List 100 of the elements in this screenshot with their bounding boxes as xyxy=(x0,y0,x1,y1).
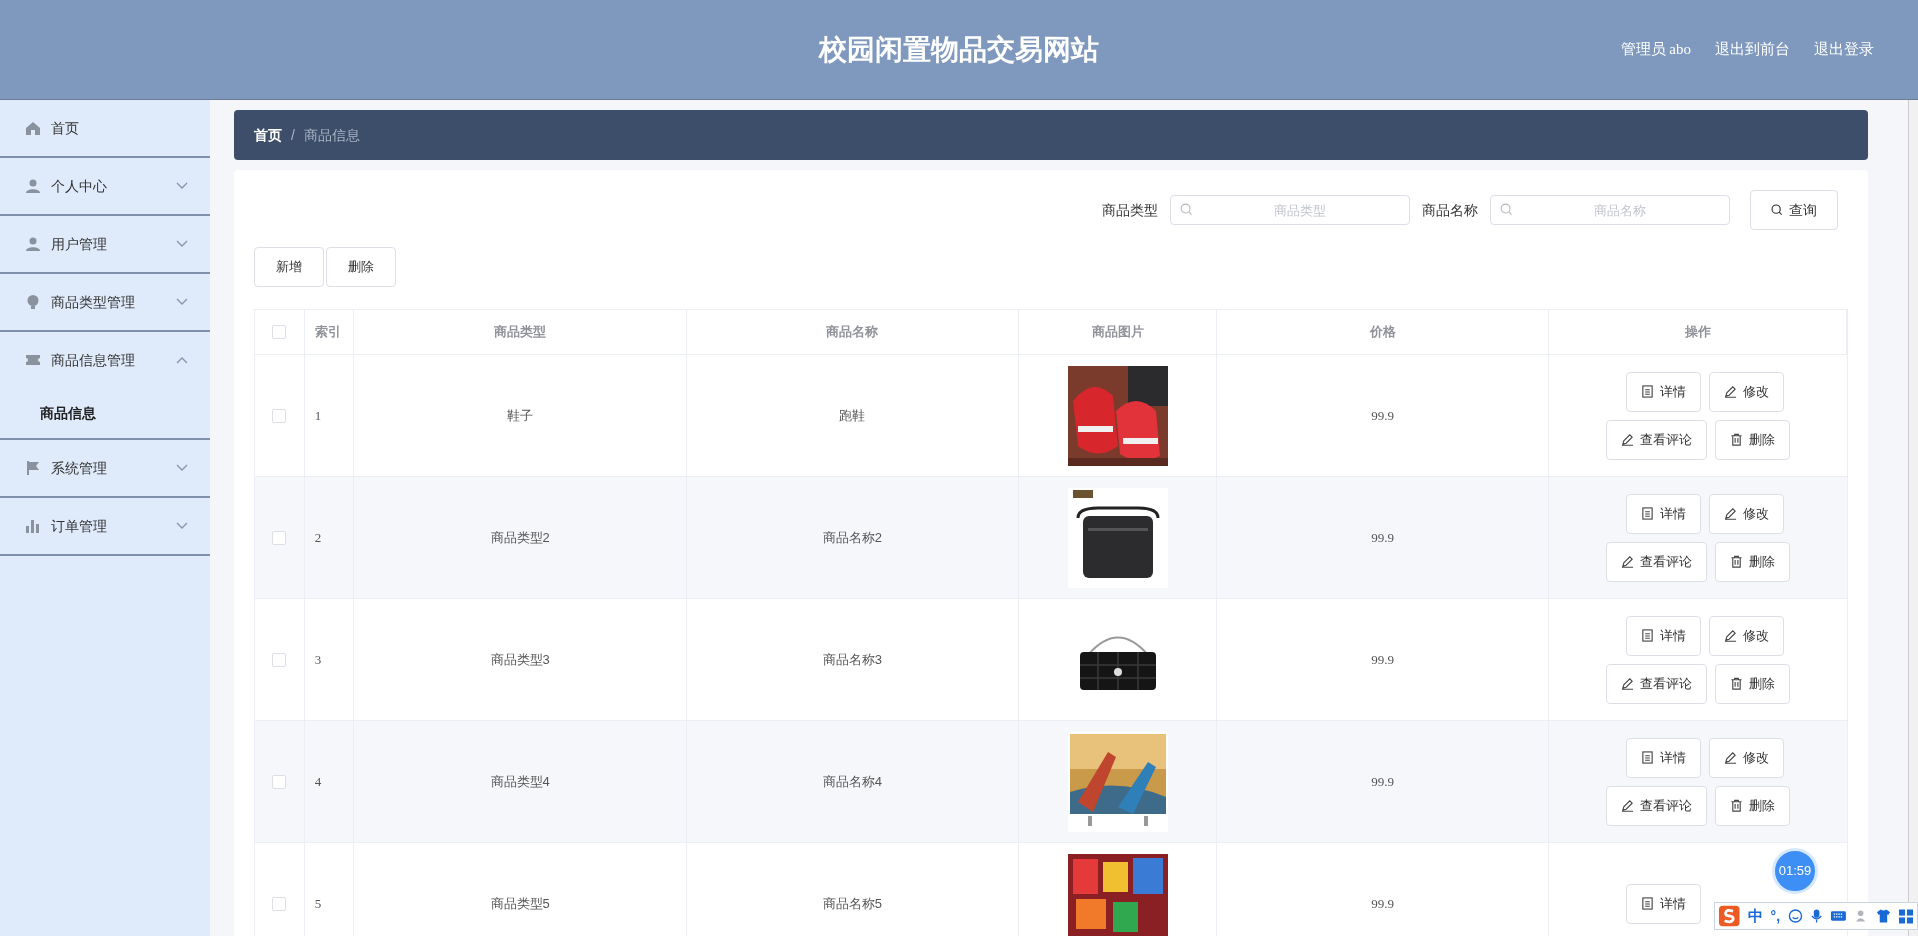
action-button[interactable]: 详情 xyxy=(1626,371,1702,412)
action-button[interactable]: 删除 xyxy=(1715,663,1791,704)
toolbar-button[interactable]: 删除 xyxy=(326,247,396,287)
search-icon xyxy=(1500,203,1513,216)
search-field[interactable]: 商品类型 xyxy=(1170,195,1410,225)
pencil-icon xyxy=(1621,677,1635,690)
breadcrumb-link[interactable]: 商品信息 xyxy=(303,124,360,146)
trash-icon xyxy=(1730,677,1744,690)
sidebar-item[interactable]: 订单管理 xyxy=(0,498,210,554)
column-header: 商品类型 xyxy=(494,323,547,342)
search-icon xyxy=(1180,203,1193,216)
action-button[interactable]: 修改 xyxy=(1709,737,1785,778)
pencil-icon xyxy=(1724,751,1738,764)
breadcrumb-link[interactable]: 首页 xyxy=(254,124,282,146)
table-cell-text: 商品类型2 xyxy=(490,528,550,547)
sidebar-item[interactable]: 商品信息管理 xyxy=(0,332,210,388)
table-cell-text: 2 xyxy=(314,528,322,547)
home-icon xyxy=(25,120,41,136)
checkbox[interactable] xyxy=(272,652,287,667)
smiley-icon[interactable] xyxy=(1788,908,1803,924)
document-icon xyxy=(1641,385,1655,398)
table-cell-text: 鞋子 xyxy=(507,406,534,425)
table-row[interactable]: 1 鞋子 跑鞋 99.9 详情 修改 查看评论 删除 xyxy=(255,355,1847,477)
chevron-down-icon xyxy=(176,464,188,472)
query-button[interactable]: 查询 xyxy=(1750,190,1838,230)
trash-icon xyxy=(1730,799,1744,812)
action-button[interactable]: 查看评论 xyxy=(1606,541,1708,582)
action-button[interactable]: 删除 xyxy=(1715,785,1791,826)
chevron-down-icon xyxy=(176,522,188,530)
table-cell-text: 99.9 xyxy=(1371,528,1395,547)
checkbox[interactable] xyxy=(272,896,287,911)
ticket-icon xyxy=(25,352,41,368)
table-cell-text: 跑鞋 xyxy=(839,406,866,425)
checkbox[interactable] xyxy=(272,530,287,545)
ime-punctuation[interactable]: °, xyxy=(1770,905,1781,927)
action-button[interactable]: 修改 xyxy=(1709,371,1785,412)
action-button[interactable]: 详情 xyxy=(1626,883,1702,924)
ime-mode[interactable]: 中 xyxy=(1747,904,1763,928)
trash-icon xyxy=(1730,555,1744,568)
table-cell-text: 商品名称3 xyxy=(822,650,883,669)
action-button[interactable]: 查看评论 xyxy=(1606,663,1708,704)
table-cell-text: 商品名称4 xyxy=(822,772,883,791)
action-button[interactable]: 修改 xyxy=(1709,615,1785,656)
sidebar-item[interactable]: 个人中心 xyxy=(0,158,210,214)
grid-icon[interactable] xyxy=(1899,908,1913,924)
table-row[interactable]: 4 商品类型4 商品名称4 99.9 详情 修改 查看评论 删除 xyxy=(255,721,1847,843)
column-header: 索引 xyxy=(314,323,341,342)
action-button[interactable]: 详情 xyxy=(1626,737,1702,778)
pencil-icon xyxy=(1621,555,1635,568)
table-cell-text: 3 xyxy=(314,650,322,669)
pencil-icon xyxy=(1724,629,1738,642)
toolbar-button[interactable]: 新增 xyxy=(254,247,324,287)
sidebar-item[interactable]: 商品类型管理 xyxy=(0,274,210,330)
sidebar-item[interactable]: 用户管理 xyxy=(0,216,210,272)
search-field[interactable]: 商品名称 xyxy=(1490,195,1730,225)
sidebar-item[interactable]: 系统管理 xyxy=(0,440,210,496)
document-icon xyxy=(1641,897,1655,910)
keyboard-icon[interactable] xyxy=(1830,909,1847,923)
microphone-icon[interactable] xyxy=(1811,908,1823,924)
shirt-icon[interactable] xyxy=(1876,908,1891,924)
search-icon xyxy=(1771,204,1783,216)
table-row[interactable]: 3 商品类型3 商品名称3 99.9 详情 修改 查看评论 删除 xyxy=(255,599,1847,721)
column-header: 价格 xyxy=(1369,323,1396,342)
table-cell-text: 商品类型3 xyxy=(490,650,550,669)
breadcrumb-separator: / xyxy=(291,125,295,145)
ime-logo-icon xyxy=(1719,905,1740,927)
column-header: 商品图片 xyxy=(1091,323,1144,342)
chevron-up-icon xyxy=(176,356,188,364)
chevron-down-icon xyxy=(176,240,188,248)
table-cell-text: 5 xyxy=(314,894,322,913)
table-cell-text: 商品类型4 xyxy=(490,772,550,791)
trash-icon xyxy=(1730,433,1744,446)
checkbox[interactable] xyxy=(272,325,287,339)
document-icon xyxy=(1641,507,1655,520)
action-button[interactable]: 详情 xyxy=(1626,615,1702,656)
column-header: 商品名称 xyxy=(826,323,879,342)
table-row[interactable]: 2 商品类型2 商品名称2 99.9 详情 修改 查看评论 删除 xyxy=(255,477,1847,599)
action-button[interactable]: 查看评论 xyxy=(1606,419,1708,460)
admin-label: 管理员 abo xyxy=(1620,40,1691,60)
table-cell-text: 4 xyxy=(314,772,322,791)
document-icon xyxy=(1641,629,1655,642)
site-title: 校园闲置物品交易网站 xyxy=(819,32,1099,67)
action-button[interactable]: 修改 xyxy=(1709,493,1785,534)
action-button[interactable]: 详情 xyxy=(1626,493,1702,534)
sidebar-subitem[interactable]: 商品信息 xyxy=(0,388,210,438)
checkbox[interactable] xyxy=(272,408,287,423)
table-cell-text: 1 xyxy=(314,406,322,425)
user-icon xyxy=(25,178,41,194)
table-cell-text: 商品类型5 xyxy=(490,894,550,913)
bulb-icon xyxy=(25,294,41,310)
action-button[interactable]: 删除 xyxy=(1715,541,1791,582)
sidebar-item[interactable]: 首页 xyxy=(0,100,210,156)
document-icon xyxy=(1641,751,1655,764)
action-button[interactable]: 查看评论 xyxy=(1606,785,1708,826)
bar-chart-icon xyxy=(25,518,41,534)
table-cell-text: 99.9 xyxy=(1371,406,1395,425)
checkbox[interactable] xyxy=(272,774,287,789)
table-cell-text: 99.9 xyxy=(1371,650,1395,669)
pencil-icon xyxy=(1724,507,1738,520)
action-button[interactable]: 删除 xyxy=(1715,419,1791,460)
